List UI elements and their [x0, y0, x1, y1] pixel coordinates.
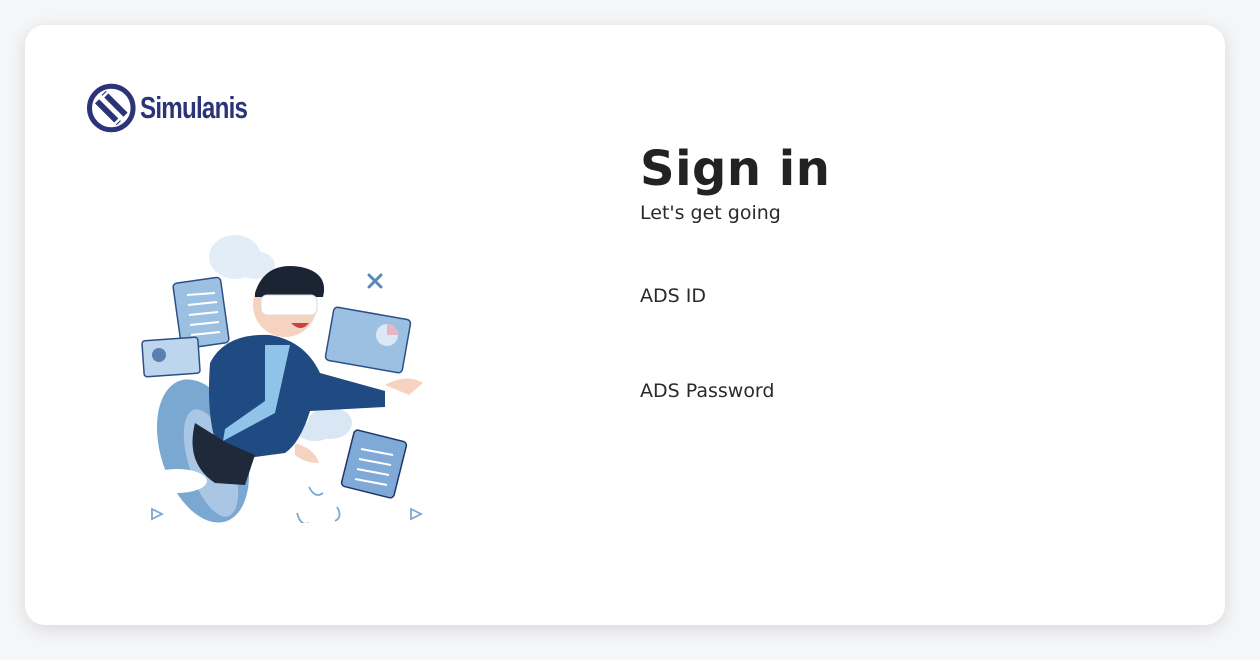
login-card: Simulanis Sign in Let's get going ADS ID…: [25, 25, 1225, 625]
ads-id-field-group: ADS ID: [640, 285, 1064, 359]
person-with-vr-headset-illustration: [141, 235, 424, 523]
ads-password-input[interactable]: [640, 408, 1064, 454]
ads-password-label: ADS Password: [640, 380, 775, 402]
page-title: Sign in: [640, 141, 831, 197]
sign-in-form: Sign in Let's get going ADS ID ADS Passw…: [640, 141, 1140, 454]
ads-password-field-group: ADS Password: [640, 380, 1064, 454]
page-subtitle: Let's get going: [640, 201, 781, 224]
ads-id-input[interactable]: [640, 313, 1064, 359]
logo-mark-icon: [87, 83, 136, 133]
brand-name: Simulanis: [139, 90, 248, 125]
ads-id-label: ADS ID: [640, 285, 706, 307]
simulanis-logo: Simulanis: [87, 77, 277, 139]
